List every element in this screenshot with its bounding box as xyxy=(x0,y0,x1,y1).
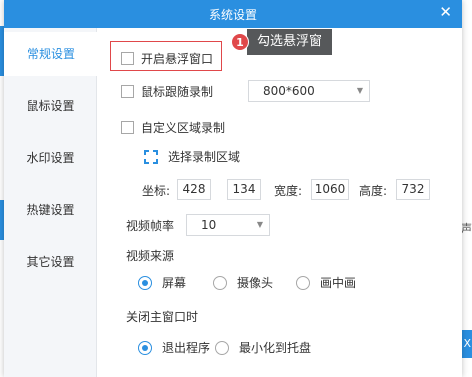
settings-content: 开启悬浮窗口 鼠标跟随录制 800*600 ▼ 自定义区域录制 选择录制区域 坐… xyxy=(98,28,462,377)
sidebar-item-label: 热键设置 xyxy=(26,203,75,217)
close-icon: ✕ xyxy=(439,3,452,21)
float-window-option[interactable]: 开启悬浮窗口 xyxy=(121,50,213,67)
background-button: X xyxy=(462,330,472,358)
follow-mouse-option[interactable]: 鼠标跟随录制 xyxy=(121,83,213,100)
on-close-label: 关闭主窗口时 xyxy=(126,310,199,324)
custom-region-label: 自定义区域录制 xyxy=(141,121,226,135)
framerate-value: 10 xyxy=(201,218,217,232)
sidebar-item-mouse[interactable]: 鼠标设置 xyxy=(4,84,97,128)
width-label: 宽度: xyxy=(274,184,303,198)
source-camera-option[interactable]: 摄像头 xyxy=(213,274,273,291)
background-window-right: 声 X xyxy=(461,0,472,377)
sidebar-item-label: 其它设置 xyxy=(26,255,75,269)
x-field[interactable]: 428 xyxy=(177,179,211,200)
source-label: 视频来源 xyxy=(126,249,175,263)
height-label: 高度: xyxy=(359,184,388,198)
custom-region-option[interactable]: 自定义区域录制 xyxy=(121,119,225,136)
sidebar-item-watermark[interactable]: 水印设置 xyxy=(4,136,97,180)
close-button[interactable]: ✕ xyxy=(439,3,452,21)
sidebar-item-general[interactable]: 常规设置 xyxy=(4,32,98,76)
callout-text: 勾选悬浮窗 xyxy=(247,29,333,55)
custom-region-checkbox[interactable] xyxy=(121,121,134,134)
dialog-title: 系统设置 xyxy=(208,8,257,22)
select-region-label: 选择录制区域 xyxy=(168,150,241,164)
sidebar-item-hotkey[interactable]: 热键设置 xyxy=(4,188,97,232)
source-camera-label: 摄像头 xyxy=(237,276,274,290)
close-minimize-label: 最小化到托盘 xyxy=(239,341,312,355)
sidebar-item-label: 水印设置 xyxy=(26,151,75,165)
close-exit-option[interactable]: 退出程序 xyxy=(138,339,210,356)
tutorial-callout: 1 勾选悬浮窗 xyxy=(231,29,333,55)
select-region-button[interactable]: 选择录制区域 xyxy=(144,148,240,165)
source-screen-label: 屏幕 xyxy=(162,276,187,290)
region-select-icon xyxy=(144,149,158,164)
source-screen-option[interactable]: 屏幕 xyxy=(138,274,186,291)
resolution-value: 800*600 xyxy=(263,84,315,98)
framerate-label: 视频帧率 xyxy=(126,219,175,233)
y-field[interactable]: 134 xyxy=(227,179,261,200)
step-number-badge: 1 xyxy=(231,33,249,51)
sidebar-item-label: 鼠标设置 xyxy=(26,99,75,113)
settings-sidebar: 常规设置 鼠标设置 水印设置 热键设置 其它设置 xyxy=(4,28,98,377)
float-window-checkbox[interactable] xyxy=(121,52,134,65)
source-screen-radio[interactable] xyxy=(138,275,152,290)
height-field[interactable]: 732 xyxy=(396,179,430,200)
chevron-down-icon: ▼ xyxy=(356,86,363,95)
source-pip-option[interactable]: 画中画 xyxy=(296,274,356,291)
close-minimize-radio[interactable] xyxy=(215,340,229,355)
chevron-down-icon: ▼ xyxy=(256,220,263,229)
region-coordinates: 坐标: 428 134 宽度: 1060 高度: 732 xyxy=(142,179,462,201)
follow-mouse-label: 鼠标跟随录制 xyxy=(141,85,214,99)
background-text: 声 xyxy=(461,222,472,235)
source-camera-radio[interactable] xyxy=(213,275,227,290)
source-pip-label: 画中画 xyxy=(320,276,357,290)
resolution-select[interactable]: 800*600 ▼ xyxy=(248,80,370,102)
sidebar-item-label: 常规设置 xyxy=(26,47,75,61)
follow-mouse-checkbox[interactable] xyxy=(121,85,134,98)
close-exit-radio[interactable] xyxy=(138,340,152,355)
framerate-select[interactable]: 10 ▼ xyxy=(186,214,270,236)
close-minimize-option[interactable]: 最小化到托盘 xyxy=(215,339,311,356)
title-bar: 系统设置 ✕ xyxy=(4,0,462,28)
close-exit-label: 退出程序 xyxy=(162,341,211,355)
sidebar-item-other[interactable]: 其它设置 xyxy=(4,240,97,284)
source-pip-radio[interactable] xyxy=(296,275,310,290)
float-window-label: 开启悬浮窗口 xyxy=(141,52,214,66)
width-field[interactable]: 1060 xyxy=(311,179,349,200)
settings-dialog: 系统设置 ✕ 常规设置 鼠标设置 水印设置 热键设置 其它设置 开启悬浮窗口 鼠… xyxy=(4,0,462,377)
coord-label: 坐标: xyxy=(142,184,171,198)
